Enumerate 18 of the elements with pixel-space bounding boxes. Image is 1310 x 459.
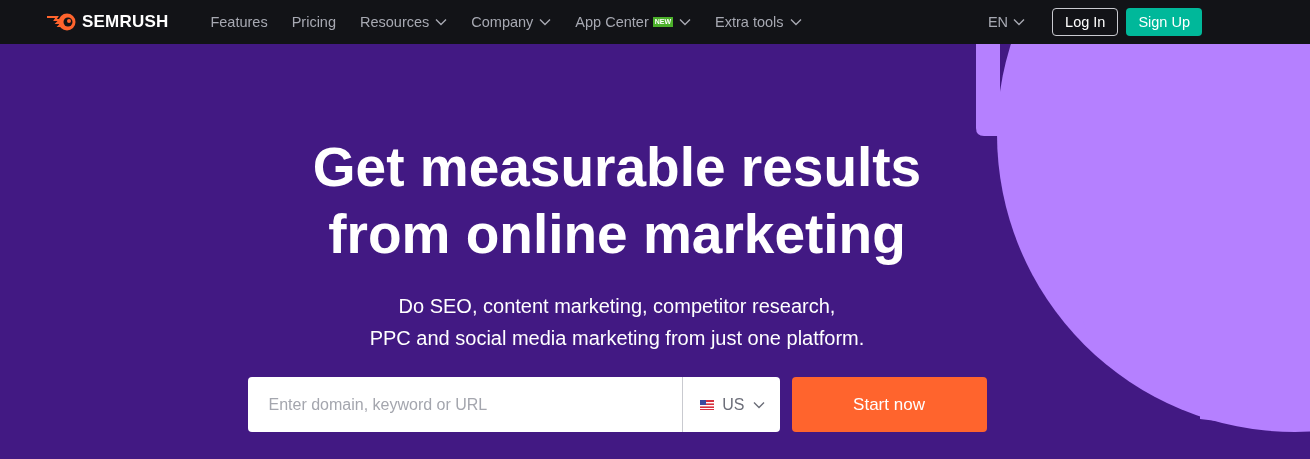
chevron-down-icon bbox=[752, 400, 765, 409]
country-selector[interactable]: US bbox=[682, 377, 780, 432]
chevron-down-icon bbox=[1013, 18, 1026, 26]
hero-subtitle: Do SEO, content marketing, competitor research, bbox=[397, 294, 837, 319]
nav-link[interactable]: Resources bbox=[360, 14, 448, 30]
nav-link[interactable]: Extra tools bbox=[715, 14, 802, 30]
domain-search-field[interactable]: Enter domain, keyword or URL US bbox=[247, 377, 780, 432]
hero-subtitle: PPC and social media marketing from just one platform. bbox=[369, 326, 865, 351]
fireball-logo-icon bbox=[47, 13, 77, 31]
brand-name: SEMRUSH bbox=[82, 12, 169, 32]
nav-link[interactable]: Company bbox=[471, 14, 552, 30]
nav-link[interactable]: Features bbox=[210, 14, 268, 30]
flag-icon bbox=[700, 399, 715, 410]
hero-title: Get measurable results bbox=[312, 135, 922, 200]
login-button[interactable]: Log In bbox=[1052, 8, 1119, 36]
hero-title: from online marketing bbox=[327, 202, 907, 267]
language-selector[interactable]: EN bbox=[987, 14, 1026, 30]
nav-link[interactable]: Pricing bbox=[291, 14, 336, 30]
